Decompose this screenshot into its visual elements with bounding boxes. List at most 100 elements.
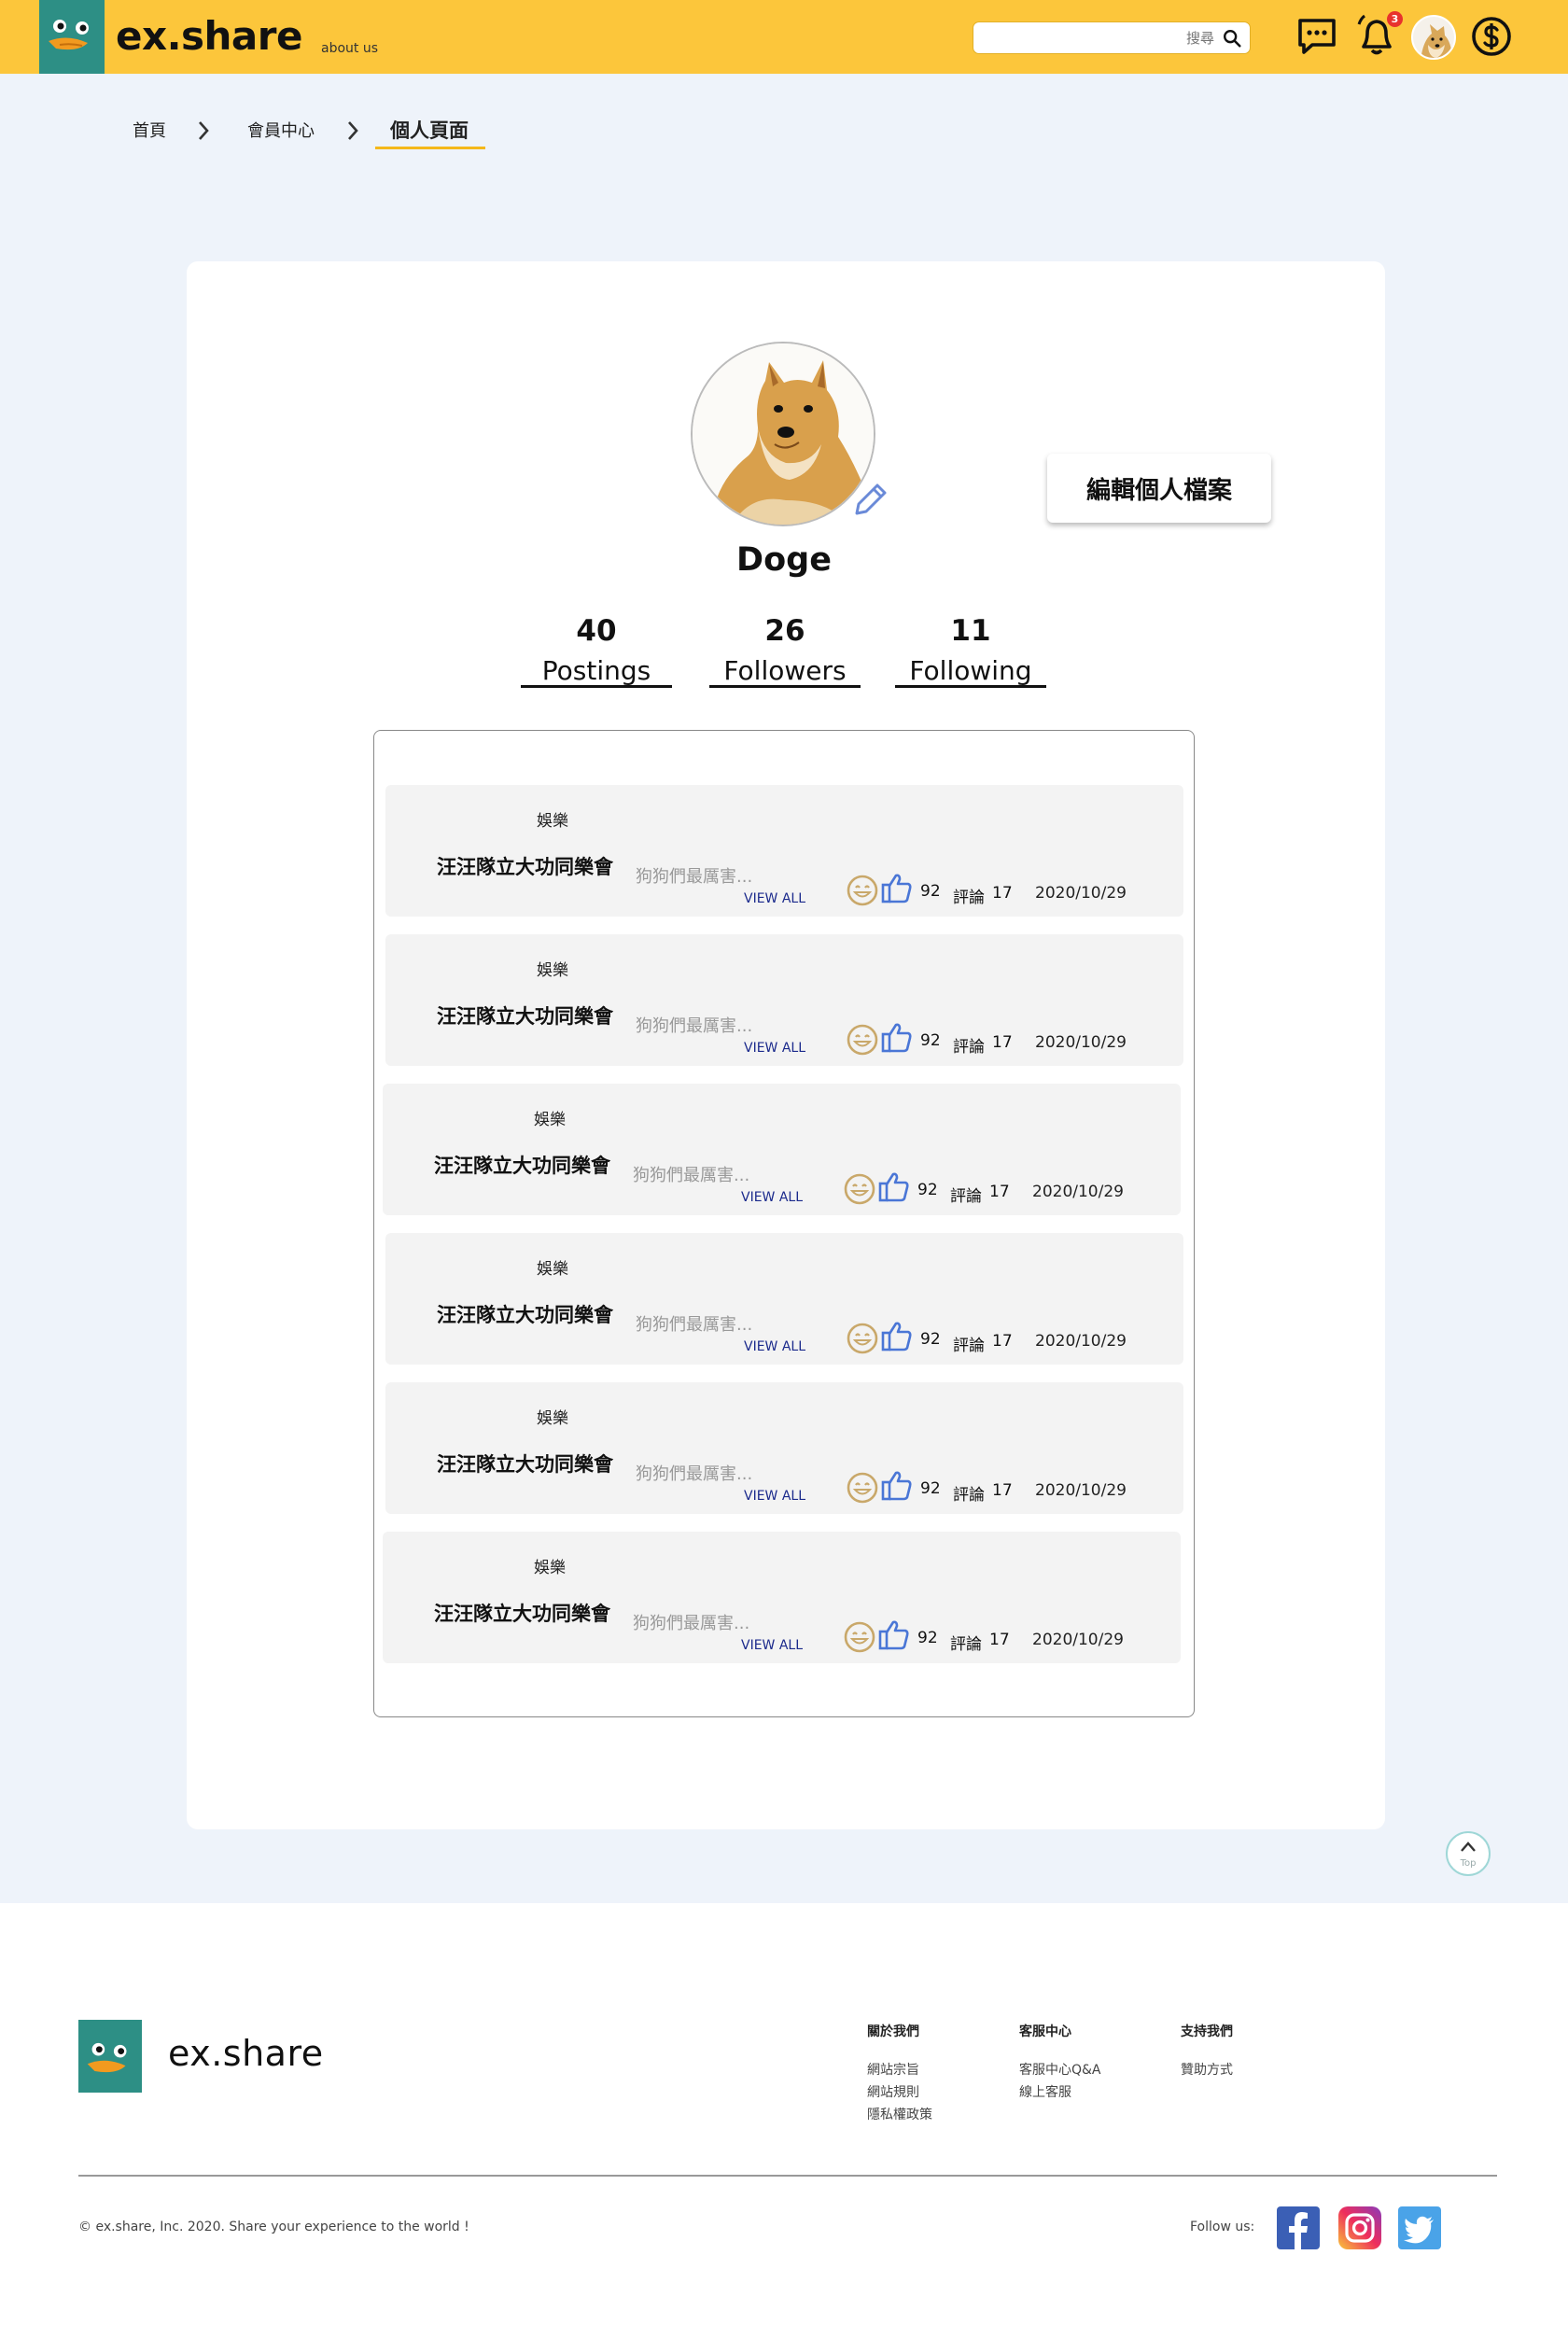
- post-title[interactable]: 汪汪隊立大功同樂會: [437, 852, 613, 880]
- post-item[interactable]: 娛樂 汪汪隊立大功同樂會 狗狗們最厲害... VIEW ALL 92 評論 17…: [385, 785, 1183, 917]
- comment-count: 17: [989, 1183, 1010, 1201]
- view-all-link[interactable]: VIEW ALL: [744, 1489, 805, 1504]
- edit-profile-button[interactable]: 編輯個人檔案: [1047, 454, 1271, 523]
- footer-link[interactable]: 網站宗旨: [867, 2059, 932, 2081]
- view-all-link[interactable]: VIEW ALL: [741, 1638, 803, 1653]
- post-title[interactable]: 汪汪隊立大功同樂會: [437, 1450, 613, 1478]
- post-title[interactable]: 汪汪隊立大功同樂會: [434, 1151, 610, 1179]
- stat-label: Followers: [723, 655, 847, 686]
- post-item[interactable]: 娛樂 汪汪隊立大功同樂會 狗狗們最厲害... VIEW ALL 92 評論 17…: [385, 1382, 1183, 1514]
- post-excerpt: 狗狗們最厲害...: [636, 867, 753, 887]
- stat-value: 26: [764, 614, 805, 648]
- comment-label: 評論: [953, 1038, 985, 1057]
- smile-icon[interactable]: [847, 1472, 878, 1504]
- smile-icon[interactable]: [844, 1621, 875, 1653]
- post-category: 娛樂: [537, 812, 568, 831]
- footer-link[interactable]: 客服中心Q&A: [1019, 2059, 1101, 2081]
- avatar[interactable]: [1411, 15, 1456, 60]
- view-all-link[interactable]: VIEW ALL: [744, 1041, 805, 1056]
- post-category: 娛樂: [534, 1111, 566, 1129]
- footer-link[interactable]: 贊助方式: [1181, 2059, 1233, 2081]
- breadcrumb-home[interactable]: 首頁: [133, 118, 166, 142]
- post-list: 娛樂 汪汪隊立大功同樂會 狗狗們最厲害... VIEW ALL 92 評論 17…: [373, 730, 1195, 1717]
- like-count: 92: [917, 1181, 938, 1199]
- search-input[interactable]: [983, 27, 1214, 49]
- stat-underline: [521, 685, 672, 688]
- logo[interactable]: [39, 0, 105, 74]
- comment-count: 17: [992, 1033, 1013, 1052]
- stat-value: 40: [576, 614, 617, 648]
- comment-label: 評論: [953, 1337, 985, 1355]
- edit-pencil-icon[interactable]: [849, 478, 892, 521]
- stat-following[interactable]: 11 Following: [895, 609, 1046, 689]
- like-count: 92: [920, 1031, 941, 1050]
- post-item[interactable]: 娛樂 汪汪隊立大功同樂會 狗狗們最厲害... VIEW ALL 92 評論 17…: [383, 1084, 1181, 1215]
- notification-badge: 3: [1387, 11, 1403, 27]
- view-all-link[interactable]: VIEW ALL: [744, 1339, 805, 1354]
- view-all-link[interactable]: VIEW ALL: [744, 891, 805, 906]
- doge-photo-icon: [693, 343, 874, 525]
- footer-brand: ex.share: [168, 2033, 324, 2074]
- search-box: [973, 21, 1251, 54]
- footer-logo[interactable]: [78, 2020, 142, 2093]
- dollar-icon[interactable]: [1470, 15, 1513, 58]
- breadcrumb-active-underline: [375, 147, 485, 149]
- instagram-icon[interactable]: [1338, 2206, 1381, 2249]
- stat-underline: [895, 685, 1046, 688]
- comment-label: 評論: [953, 889, 985, 907]
- stat-label: Postings: [541, 655, 651, 686]
- footer-heading: 支持我們: [1181, 2024, 1233, 2039]
- smile-icon[interactable]: [847, 875, 878, 906]
- thumbs-up-icon[interactable]: [877, 1170, 911, 1203]
- post-title[interactable]: 汪汪隊立大功同樂會: [437, 1001, 613, 1029]
- breadcrumb-current: 個人頁面: [390, 119, 469, 142]
- chevron-right-icon: [348, 121, 358, 140]
- post-date: 2020/10/29: [1035, 1481, 1127, 1500]
- thumbs-up-icon[interactable]: [880, 1020, 914, 1054]
- post-title[interactable]: 汪汪隊立大功同樂會: [434, 1599, 610, 1627]
- comment-label: 評論: [950, 1635, 982, 1654]
- post-item[interactable]: 娛樂 汪汪隊立大功同樂會 狗狗們最厲害... VIEW ALL 92 評論 17…: [385, 1233, 1183, 1365]
- thumbs-up-icon[interactable]: [880, 1468, 914, 1502]
- top-label: Top: [1460, 1858, 1477, 1869]
- thumbs-up-icon[interactable]: [880, 871, 914, 904]
- chat-icon[interactable]: [1295, 15, 1338, 58]
- chevron-up-icon: [1461, 1842, 1476, 1852]
- doge-avatar-icon: [1413, 17, 1454, 58]
- post-item[interactable]: 娛樂 汪汪隊立大功同樂會 狗狗們最厲害... VIEW ALL 92 評論 17…: [383, 1532, 1181, 1663]
- facebook-icon[interactable]: [1277, 2206, 1320, 2249]
- top-nav-bar: ex.share about us 3: [0, 0, 1568, 74]
- post-excerpt: 狗狗們最厲害...: [636, 1464, 753, 1484]
- thumbs-up-icon[interactable]: [877, 1618, 911, 1651]
- post-date: 2020/10/29: [1035, 1332, 1127, 1351]
- back-to-top-button[interactable]: Top: [1446, 1831, 1491, 1876]
- footer-heading: 客服中心: [1019, 2024, 1071, 2039]
- footer-link[interactable]: 隱私權政策: [867, 2104, 932, 2126]
- comment-count: 17: [992, 884, 1013, 903]
- footer-link[interactable]: 網站規則: [867, 2081, 932, 2104]
- brand-name[interactable]: ex.share: [116, 13, 302, 59]
- stat-followers[interactable]: 26 Followers: [709, 609, 861, 689]
- profile-name: Doge: [736, 541, 832, 579]
- thumbs-up-icon[interactable]: [880, 1319, 914, 1352]
- post-excerpt: 狗狗們最厲害...: [636, 1016, 753, 1036]
- about-us-link[interactable]: about us: [321, 41, 378, 56]
- view-all-link[interactable]: VIEW ALL: [741, 1190, 803, 1205]
- smile-icon[interactable]: [844, 1173, 875, 1205]
- post-excerpt: 狗狗們最厲害...: [633, 1614, 750, 1633]
- search-icon[interactable]: [1222, 28, 1242, 49]
- post-item[interactable]: 娛樂 汪汪隊立大功同樂會 狗狗們最厲害... VIEW ALL 92 評論 17…: [385, 934, 1183, 1066]
- like-count: 92: [920, 1330, 941, 1349]
- post-category: 娛樂: [537, 1409, 568, 1428]
- footer-link[interactable]: 線上客服: [1019, 2081, 1101, 2104]
- footer-heading: 關於我們: [867, 2024, 919, 2039]
- smile-icon[interactable]: [847, 1024, 878, 1056]
- post-title[interactable]: 汪汪隊立大功同樂會: [437, 1300, 613, 1328]
- breadcrumb-member-center[interactable]: 會員中心: [247, 118, 315, 142]
- stat-postings[interactable]: 40 Postings: [521, 609, 672, 689]
- notification-button[interactable]: 3: [1355, 11, 1403, 58]
- post-date: 2020/10/29: [1032, 1631, 1124, 1649]
- smile-icon[interactable]: [847, 1323, 878, 1354]
- comment-label: 評論: [950, 1187, 982, 1206]
- twitter-icon[interactable]: [1398, 2206, 1441, 2249]
